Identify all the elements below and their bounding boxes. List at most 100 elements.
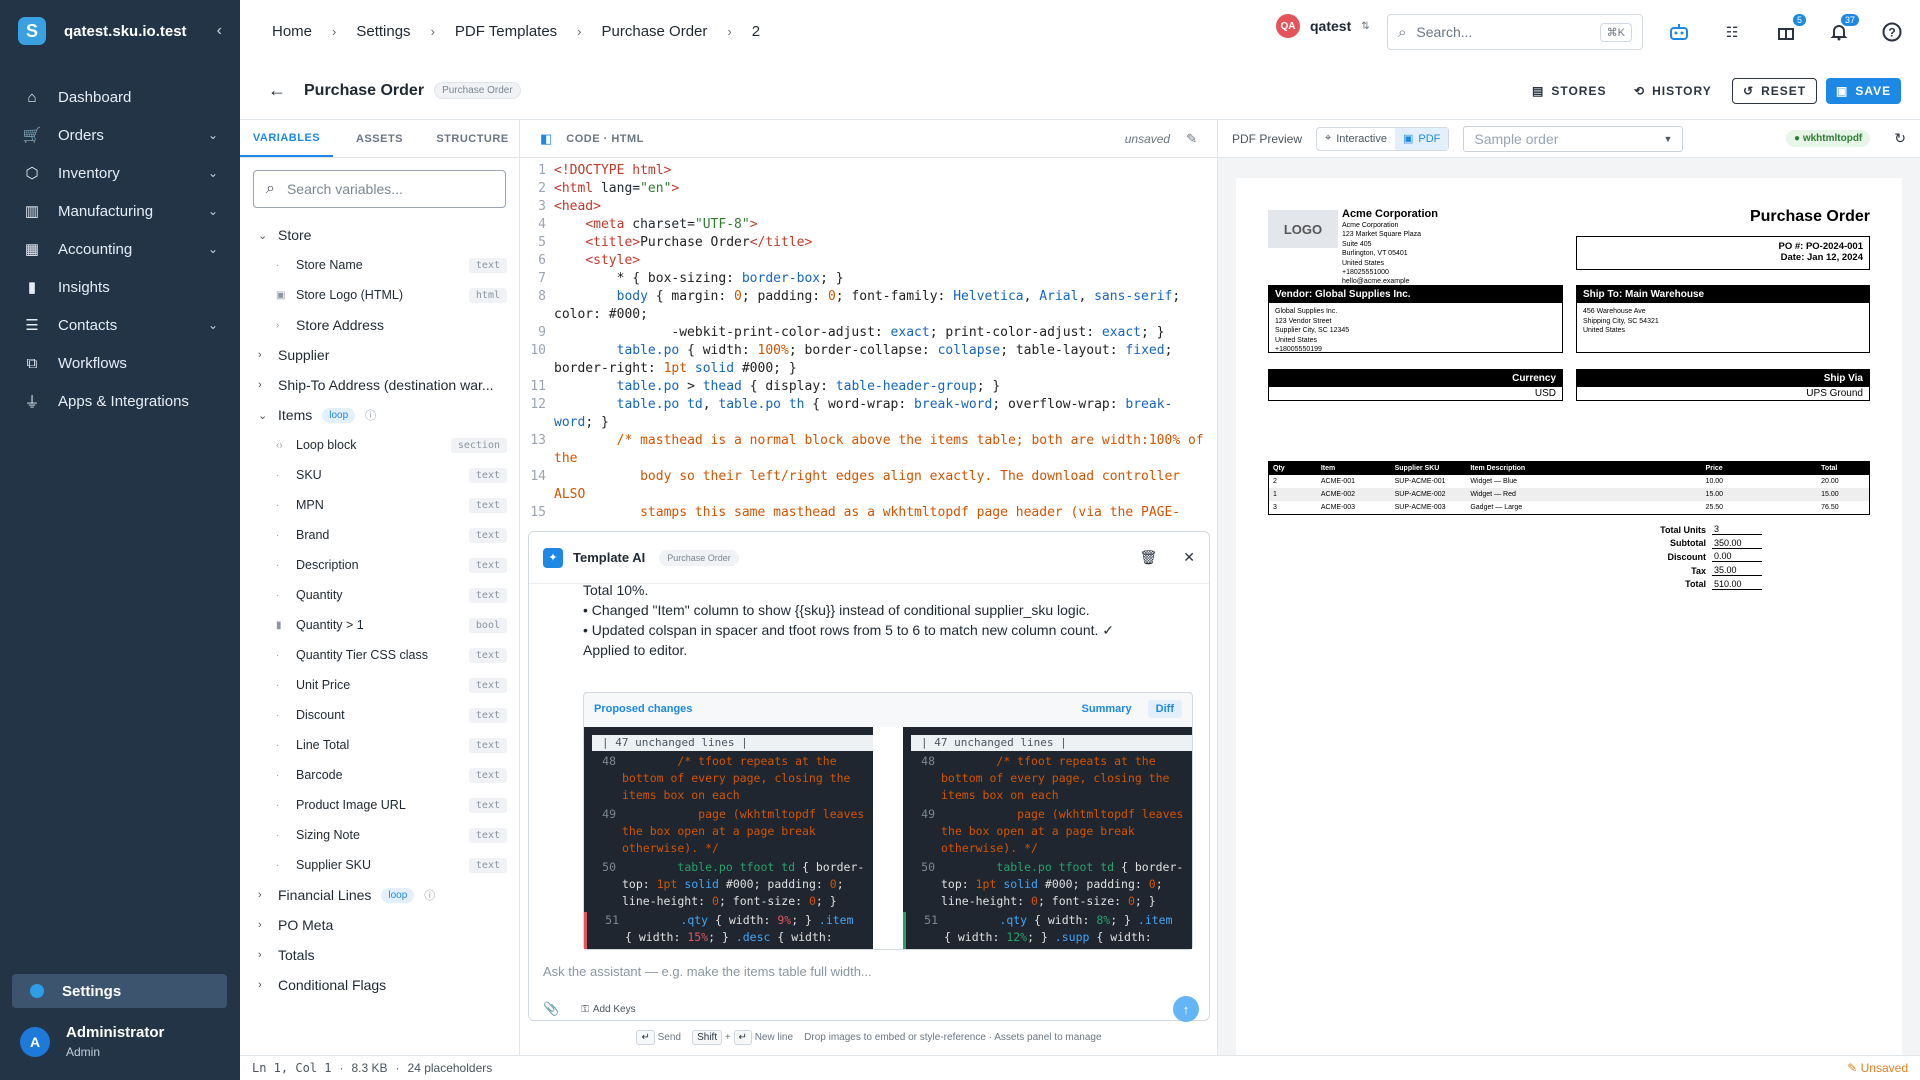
variable-item[interactable]: · Description text	[240, 550, 519, 580]
code-line[interactable]: 8 body { margin: 0; padding: 0; font-fam…	[520, 288, 1217, 306]
bell-icon[interactable]: 37	[1827, 14, 1859, 44]
code-line[interactable]: 13 /* masthead is a normal block above t…	[520, 432, 1217, 450]
variable-item[interactable]: ‹› Loop block section	[240, 430, 519, 460]
help-icon[interactable]: ?	[1880, 20, 1904, 44]
robot-icon[interactable]	[1667, 20, 1691, 44]
history-button[interactable]: ⟲ HISTORY	[1634, 78, 1712, 104]
variable-item[interactable]: · Unit Price text	[240, 670, 519, 700]
tree-group[interactable]: › PO Meta	[240, 910, 519, 940]
variable-item[interactable]: · Line Total text	[240, 730, 519, 760]
close-icon[interactable]: ✕	[1183, 549, 1195, 566]
sidebar-item-apps-integrations[interactable]: ⏚ Apps & Integrations	[0, 382, 240, 420]
sidebar-item-workflows[interactable]: ⧉ Workflows	[0, 344, 240, 382]
brand-logo[interactable]: S	[18, 17, 46, 45]
variable-item[interactable]: · Sizing Note text	[240, 820, 519, 850]
sidebar-item-accounting[interactable]: ▦ Accounting ⌄	[0, 230, 240, 268]
vendor-box: Vendor: Global Supplies Inc. Global Supp…	[1268, 285, 1563, 353]
variable-item[interactable]: · Supplier SKU text	[240, 850, 519, 880]
send-button[interactable]: ↑	[1173, 996, 1199, 1022]
code-line[interactable]: 7 * { box-sizing: border-box; }	[520, 270, 1217, 288]
breadcrumb-item[interactable]: Settings	[356, 23, 410, 40]
code-editor[interactable]: 1 <!DOCTYPE html> 2 <html lang="en"> 3 <head>…	[520, 158, 1217, 520]
code-line[interactable]: border-right: 1pt solid #000; }	[520, 360, 1217, 378]
reset-button[interactable]: ↺ RESET	[1732, 78, 1818, 104]
breadcrumb-item[interactable]: Home	[272, 23, 312, 40]
sample-order-select[interactable]: Sample order ▼	[1463, 125, 1684, 152]
tree-group[interactable]: ⌄ Items loop ⓘ	[240, 400, 519, 430]
paperclip-icon[interactable]: 📎	[543, 1001, 559, 1017]
code-line[interactable]: 1 <!DOCTYPE html>	[520, 162, 1217, 180]
tab-structure[interactable]: STRUCTURE	[426, 120, 519, 157]
tree-group[interactable]: ⌄ Store	[240, 220, 519, 250]
code-line[interactable]: word; }	[520, 414, 1217, 432]
code-line[interactable]: 2 <html lang="en">	[520, 180, 1217, 198]
tree-group[interactable]: › Supplier	[240, 340, 519, 370]
summary-tab[interactable]: Summary	[1074, 700, 1140, 718]
variable-item[interactable]: · Quantity text	[240, 580, 519, 610]
breadcrumb-item[interactable]: Purchase Order	[602, 23, 708, 40]
variable-item[interactable]: · Store Name text	[240, 250, 519, 280]
code-line[interactable]: 3 <head>	[520, 198, 1217, 216]
currency-heading: Currency	[1269, 370, 1562, 387]
sidebar-item-orders[interactable]: 🛒 Orders ⌄	[0, 116, 240, 154]
tab-assets[interactable]: ASSETS	[333, 120, 426, 157]
unchanged-lines-marker[interactable]: | 47 unchanged lines |	[911, 735, 1192, 751]
stores-button[interactable]: ▤ STORES	[1532, 78, 1606, 104]
sidebar-item-contacts[interactable]: ☰ Contacts ⌄	[0, 306, 240, 344]
sidebar-item-manufacturing[interactable]: ▥ Manufacturing ⌄	[0, 192, 240, 230]
chevron-down-icon: ⌄	[258, 229, 268, 242]
code-line[interactable]: 6 <style>	[520, 252, 1217, 270]
code-line[interactable]: 15 stamps this same masthead as a wkhtml…	[520, 504, 1217, 520]
breadcrumb-item[interactable]: PDF Templates	[455, 23, 557, 40]
back-arrow-icon[interactable]: ←	[268, 80, 286, 101]
sidebar-item-inventory[interactable]: ⬡ Inventory ⌄	[0, 154, 240, 192]
sidebar-item-settings[interactable]: Settings	[12, 974, 227, 1008]
sidebar-item-insights[interactable]: ▮ Insights	[0, 268, 240, 306]
magic-wand-icon[interactable]: ✎	[1186, 131, 1197, 147]
tree-group[interactable]: › Conditional Flags	[240, 970, 519, 1000]
variable-item[interactable]: · SKU text	[240, 460, 519, 490]
tree-group[interactable]: › Totals	[240, 940, 519, 970]
checklist-icon[interactable]: ☷	[1720, 20, 1744, 44]
interactive-mode-button[interactable]: ⌖ Interactive	[1317, 128, 1395, 150]
variable-item[interactable]: · MPN text	[240, 490, 519, 520]
variable-item[interactable]: ▣ Store Logo (HTML) html	[240, 280, 519, 310]
code-line[interactable]: 4 <meta charset="UTF-8">	[520, 216, 1217, 234]
diff-tab[interactable]: Diff	[1147, 700, 1182, 718]
code-line[interactable]: 10 table.po { width: 100%; border-collap…	[520, 342, 1217, 360]
tree-group[interactable]: › Ship-To Address (destination war...	[240, 370, 519, 400]
tree-subgroup[interactable]: › Store Address	[240, 310, 519, 340]
code-line[interactable]: the	[520, 450, 1217, 468]
variable-search-input[interactable]: ⌕ Search variables...	[253, 170, 506, 208]
code-line[interactable]: ALSO	[520, 486, 1217, 504]
tree-group[interactable]: › Financial Lines loop ⓘ	[240, 880, 519, 910]
user-profile[interactable]: A Administrator Admin	[20, 1024, 164, 1059]
code-line[interactable]: 5 <title>Purchase Order</title>	[520, 234, 1217, 252]
variable-item[interactable]: ▮ Quantity > 1 bool	[240, 610, 519, 640]
save-button[interactable]: ▣ SAVE	[1826, 78, 1902, 104]
sidebar-item-dashboard[interactable]: ⌂ Dashboard	[0, 78, 240, 116]
code-line[interactable]: 12 table.po td, table.po th { word-wrap:…	[520, 396, 1217, 414]
panel-toggle-icon[interactable]: ◧	[540, 131, 552, 147]
tab-variables[interactable]: VARIABLES	[240, 120, 333, 157]
variable-item[interactable]: · Barcode text	[240, 760, 519, 790]
brand-name[interactable]: qatest.sku.io.test	[64, 23, 187, 40]
code-line[interactable]: 11 table.po > thead { display: table-hea…	[520, 378, 1217, 396]
variable-item[interactable]: · Product Image URL text	[240, 790, 519, 820]
code-line[interactable]: 14 body so their left/right edges align …	[520, 468, 1217, 486]
add-keys-button[interactable]: Add Keys	[593, 1004, 636, 1015]
refresh-icon[interactable]: ↻	[1894, 130, 1906, 147]
unchanged-lines-marker[interactable]: | 47 unchanged lines |	[592, 735, 873, 751]
collapse-sidebar-icon[interactable]: ‹	[217, 22, 222, 40]
account-switcher[interactable]: QA qatest ⇅	[1276, 14, 1370, 38]
code-line[interactable]: color: #000;	[520, 306, 1217, 324]
variable-item[interactable]: · Quantity Tier CSS class text	[240, 640, 519, 670]
gift-icon[interactable]: 5	[1774, 14, 1806, 44]
variable-item[interactable]: · Discount text	[240, 700, 519, 730]
code-line[interactable]: 9 -webkit-print-color-adjust: exact; pri…	[520, 324, 1217, 342]
variable-item[interactable]: · Brand text	[240, 520, 519, 550]
ai-prompt-input[interactable]: Ask the assistant — e.g. make the items …	[543, 964, 872, 979]
pdf-mode-button[interactable]: ▣ PDF	[1394, 127, 1449, 150]
global-search-input[interactable]: ⌕ Search... ⌘K	[1387, 14, 1643, 50]
trash-icon[interactable]: 🗑	[1139, 549, 1157, 566]
